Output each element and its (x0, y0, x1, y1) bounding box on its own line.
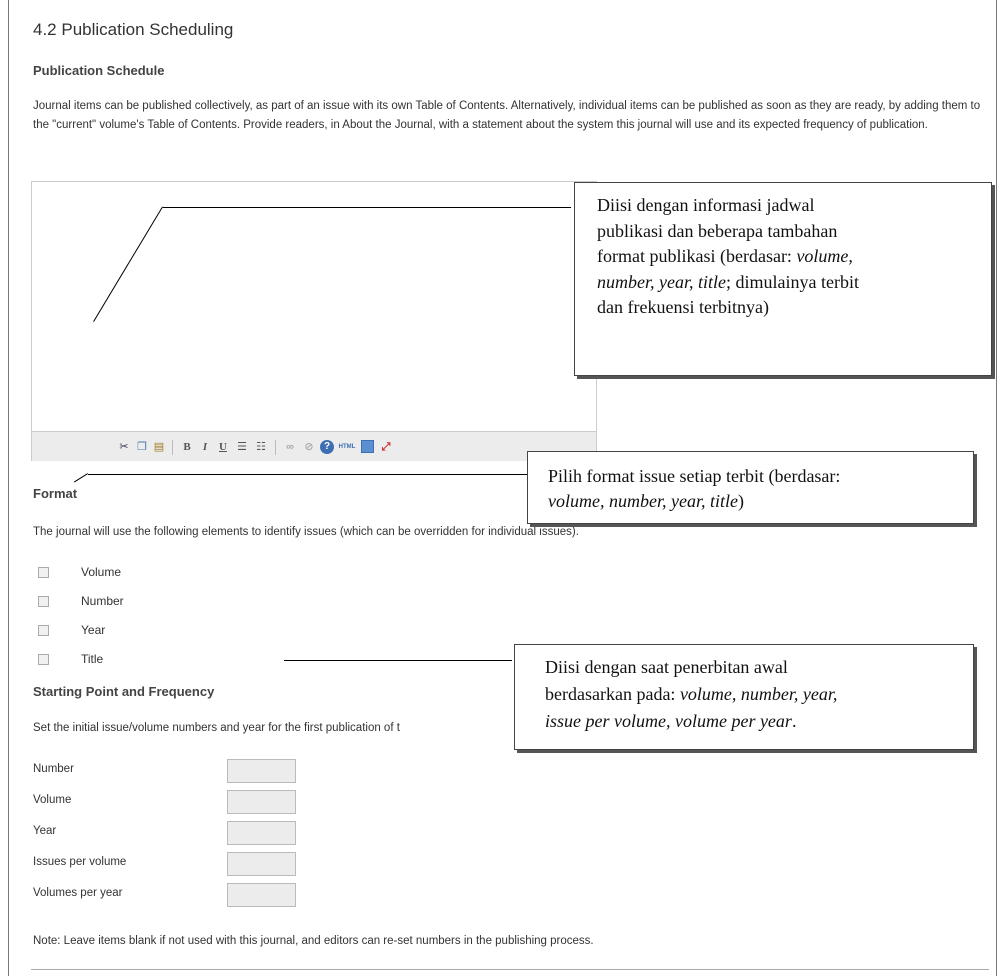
volumes-per-year-field[interactable] (227, 883, 296, 907)
title-checkbox-label: Title (81, 652, 104, 666)
callout-three-connector (284, 660, 512, 661)
starting-point-heading: Starting Point and Frequency (33, 684, 215, 699)
issues-per-volume-field-label: Issues per volume (33, 856, 127, 868)
italic-icon[interactable]: I (198, 440, 212, 454)
number-field[interactable] (227, 759, 296, 783)
year-field[interactable] (227, 821, 296, 845)
volume-field-label: Volume (33, 794, 72, 806)
fullscreen-icon[interactable]: ⤢ (379, 440, 393, 454)
callout-one-connector (163, 207, 571, 208)
publication-schedule-description: Journal items can be published collectiv… (33, 100, 981, 131)
format-heading: Format (33, 486, 78, 501)
unlink-icon[interactable]: ⊘ (302, 440, 316, 454)
note-text: Note: Leave items blank if not used with… (33, 935, 594, 947)
number-checkbox[interactable] (38, 596, 49, 607)
callout-publication-schedule: Diisi dengan informasi jadwal publikasi … (574, 182, 992, 376)
image-icon[interactable] (361, 440, 374, 453)
format-description: The journal will use the following eleme… (33, 526, 579, 538)
volume-checkbox-label: Volume (81, 565, 122, 579)
volume-checkbox[interactable] (38, 567, 49, 578)
cut-icon[interactable]: ✂ (117, 440, 131, 454)
editor-toolbar: ✂ ❐ ▤ B I U ☰ ☷ ∞ ⊘ ? HTML ⤢ (32, 431, 596, 461)
copy-icon[interactable]: ❐ (135, 440, 149, 454)
callout-starting-point: Diisi dengan saat penerbitan awal berdas… (514, 644, 974, 750)
callout-format: Pilih format issue setiap terbit (berdas… (527, 451, 974, 524)
year-checkbox-label: Year (81, 623, 106, 637)
html-icon[interactable]: HTML (338, 440, 356, 454)
volumes-per-year-field-label: Volumes per year (33, 887, 123, 899)
volume-field[interactable] (227, 790, 296, 814)
starting-point-description: Set the initial issue/volume numbers and… (33, 722, 400, 734)
numbered-list-icon[interactable]: ☷ (254, 440, 268, 454)
number-field-label: Number (33, 763, 74, 775)
bold-icon[interactable]: B (180, 440, 194, 454)
help-icon[interactable]: ? (320, 440, 334, 454)
year-field-label: Year (33, 825, 57, 837)
underline-icon[interactable]: U (216, 440, 230, 454)
section-title: 4.2 Publication Scheduling (33, 20, 234, 39)
link-icon[interactable]: ∞ (283, 440, 297, 454)
publication-schedule-heading: Publication Schedule (33, 63, 165, 78)
paste-icon[interactable]: ▤ (152, 440, 166, 454)
bullet-list-icon[interactable]: ☰ (235, 440, 249, 454)
callout-two-connector (88, 474, 528, 475)
publication-schedule-editor[interactable] (31, 181, 597, 461)
title-checkbox[interactable] (38, 654, 49, 665)
number-checkbox-label: Number (81, 594, 124, 608)
bottom-divider (31, 969, 989, 970)
issues-per-volume-field[interactable] (227, 852, 296, 876)
year-checkbox[interactable] (38, 625, 49, 636)
